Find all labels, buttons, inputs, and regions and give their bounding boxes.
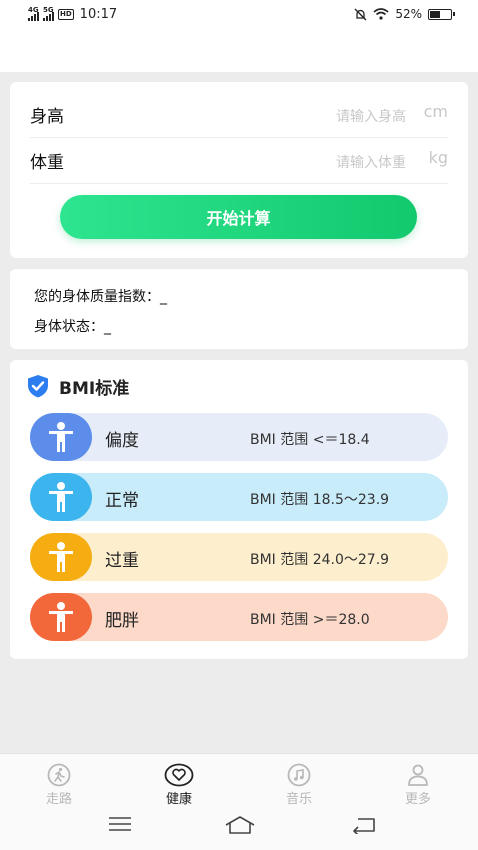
height-input[interactable]: 请输入身高 (336, 106, 406, 126)
category-range: BMI 范围 >＝28.0 (250, 612, 370, 628)
category-underweight: 偏度 BMI 范围 <＝18.4 (30, 413, 448, 461)
shield-check-icon (28, 375, 48, 398)
walk-icon (47, 763, 71, 787)
silent-icon (354, 8, 367, 20)
bmi-result: 您的身体质量指数：_ (34, 286, 167, 306)
height-unit: cm (423, 102, 448, 121)
category-overweight: 过重 BMI 范围 24.0～27.9 (30, 533, 448, 581)
category-normal: 正常 BMI 范围 18.5～23.9 (30, 473, 448, 521)
tab-label: 健康 (165, 792, 192, 807)
hd-badge: HD (58, 9, 74, 20)
bmi-standard-card: BMI标准 偏度 BMI 范围 <＝18.4 正常 BMI 范围 18.5～23… (10, 360, 468, 659)
person-icon (30, 473, 92, 521)
tab-health[interactable]: 健康 (139, 763, 219, 807)
weight-row: 体重 请输入体重 kg (30, 138, 448, 184)
signal-icon-2: 5G (43, 6, 54, 21)
tab-label: 走路 (45, 792, 72, 807)
bmi-standard-title: BMI标准 (59, 378, 130, 399)
signal-icon: 4G (28, 6, 39, 21)
status-left: 4G 5G HD 10:17 (28, 6, 118, 22)
state-result-value: _ (104, 319, 111, 335)
tab-walk[interactable]: 走路 (19, 763, 99, 807)
bmi-standard-header: BMI标准 (25, 373, 129, 399)
bmi-result-label: 您的身体质量指数： (34, 289, 160, 305)
user-icon (408, 764, 428, 786)
status-time: 10:17 (79, 7, 118, 22)
weight-unit: kg (428, 148, 448, 167)
input-card: 身高 请输入身高 cm 体重 请输入体重 kg 开始计算 (10, 82, 468, 258)
back-icon[interactable] (352, 816, 376, 834)
home-icon[interactable] (224, 816, 256, 834)
status-bar: 4G 5G HD 10:17 52% (0, 0, 478, 72)
category-range: BMI 范围 <＝18.4 (250, 432, 370, 448)
tab-label: 更多 (404, 792, 431, 807)
weight-label: 体重 (30, 153, 64, 173)
calculate-button[interactable]: 开始计算 (60, 195, 417, 239)
category-obese: 肥胖 BMI 范围 >＝28.0 (30, 593, 448, 641)
category-name: 过重 (105, 551, 139, 571)
height-row: 身高 请输入身高 cm (30, 92, 448, 138)
status-right: 52% (354, 7, 455, 21)
state-result: 身体状态：_ (34, 316, 111, 336)
wifi-icon (373, 8, 389, 20)
bmi-result-value: _ (160, 289, 167, 305)
height-label: 身高 (30, 107, 64, 127)
tab-music[interactable]: 音乐 (259, 763, 339, 807)
category-name: 正常 (105, 491, 139, 511)
tab-label: 音乐 (285, 792, 312, 807)
person-icon (30, 413, 92, 461)
person-icon (30, 593, 92, 641)
category-name: 偏度 (105, 431, 139, 451)
category-range: BMI 范围 18.5～23.9 (250, 492, 390, 508)
heart-icon (164, 763, 194, 787)
battery-icon (428, 8, 455, 20)
menu-icon[interactable] (109, 816, 131, 832)
music-icon (287, 763, 311, 787)
weight-input[interactable]: 请输入体重 (336, 152, 406, 172)
category-range: BMI 范围 24.0～27.9 (250, 552, 390, 568)
state-result-label: 身体状态： (34, 319, 104, 335)
person-icon (30, 533, 92, 581)
tab-more[interactable]: 更多 (378, 763, 458, 807)
bottom-tab-bar: 走路 健康 音乐 更多 (0, 753, 478, 850)
result-card: 您的身体质量指数：_ 身体状态：_ (10, 269, 468, 349)
battery-percent: 52% (395, 7, 422, 21)
category-name: 肥胖 (105, 611, 139, 631)
